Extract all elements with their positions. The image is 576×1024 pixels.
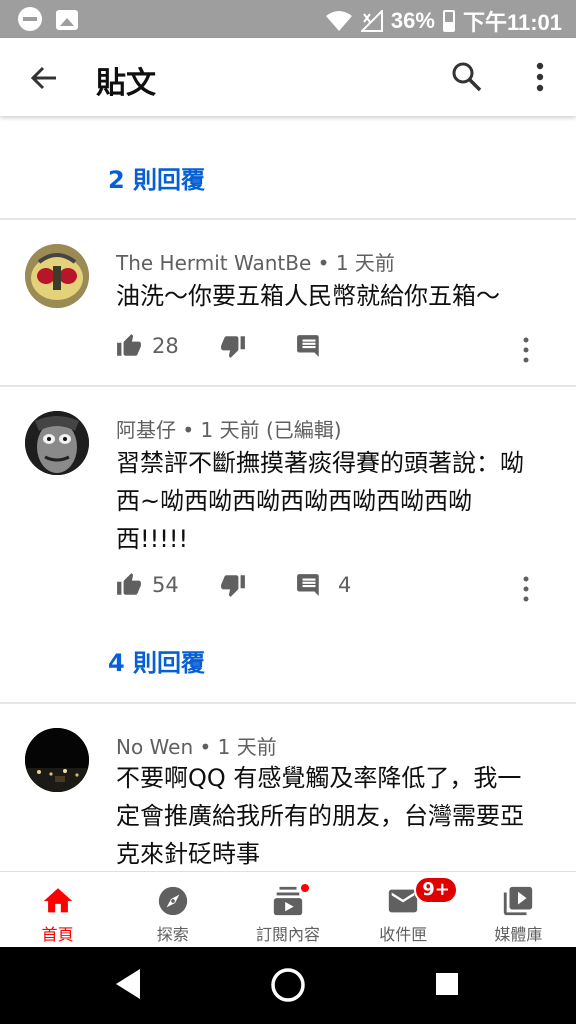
signal-icon bbox=[360, 10, 383, 32]
thumbs-down-icon bbox=[221, 575, 245, 597]
thumbs-up-icon bbox=[117, 334, 141, 356]
like-button[interactable]: 28 bbox=[116, 333, 179, 359]
comment-meta: No Wen • 1 天前 bbox=[116, 735, 277, 759]
nav-label: 收件匣 bbox=[379, 925, 428, 944]
comment-icon bbox=[297, 574, 319, 596]
back-triangle-icon[interactable] bbox=[112, 967, 144, 1001]
comment-more-icon[interactable] bbox=[516, 574, 536, 604]
nav-home[interactable]: 首頁 bbox=[0, 872, 115, 947]
avatar[interactable] bbox=[25, 728, 89, 792]
wifi-icon bbox=[325, 11, 352, 31]
nav-subscriptions[interactable]: 訂閱內容 bbox=[230, 872, 345, 947]
avatar-image-icon bbox=[25, 411, 89, 475]
reply-button[interactable] bbox=[296, 333, 322, 359]
app-bar: 貼文 bbox=[0, 38, 576, 116]
inbox-badge: 9+ bbox=[414, 876, 458, 904]
battery-percent: 36% bbox=[390, 8, 435, 33]
edited-label: (已編輯) bbox=[265, 418, 342, 442]
explore-icon bbox=[158, 886, 187, 916]
comment-time: 1 天前 bbox=[200, 418, 260, 442]
image-icon bbox=[56, 10, 78, 30]
nav-label: 首頁 bbox=[41, 925, 74, 944]
view-replies-link[interactable]: 2 則回覆 bbox=[108, 160, 205, 195]
avatar[interactable] bbox=[25, 244, 89, 308]
comment-author[interactable]: No Wen bbox=[116, 735, 193, 759]
comment-author[interactable]: 阿基仔 bbox=[116, 418, 176, 442]
comment-meta: 阿基仔 • 1 天前 (已編輯) bbox=[116, 418, 342, 442]
avatar[interactable] bbox=[25, 411, 89, 475]
nav-explore[interactable]: 探索 bbox=[115, 872, 230, 947]
clock: 下午11:01 bbox=[462, 10, 562, 35]
comment-text: 油洗～你要五箱人民幣就給你五箱～ bbox=[116, 282, 500, 310]
bottom-nav: 首頁 探索 訂閱內容 9+ 收件匣 媒體庫 bbox=[0, 871, 576, 947]
comment-more-icon[interactable] bbox=[516, 335, 536, 365]
page-title: 貼文 bbox=[96, 66, 156, 101]
avatar-image-icon bbox=[25, 728, 89, 792]
comment-item: No Wen • 1 天前 不要啊QQ 有感覺觸及率降低了，我一定會推廣給我所有… bbox=[0, 703, 576, 871]
reply-button[interactable]: 4 bbox=[296, 572, 351, 598]
comment-actions: 28 bbox=[116, 333, 556, 363]
like-count: 54 bbox=[152, 573, 179, 597]
more-vert-icon[interactable] bbox=[526, 60, 554, 94]
back-arrow-icon[interactable] bbox=[26, 60, 62, 96]
home-circle-icon[interactable] bbox=[270, 967, 306, 1003]
view-replies-link[interactable]: 4 則回覆 bbox=[108, 643, 205, 678]
comment-icon bbox=[297, 335, 319, 357]
comment-author[interactable]: The Hermit WantBe bbox=[116, 251, 311, 275]
battery-icon bbox=[442, 10, 455, 32]
dislike-button[interactable] bbox=[220, 572, 246, 598]
avatar-image-icon bbox=[25, 244, 89, 308]
dislike-button[interactable] bbox=[220, 333, 246, 359]
nav-inbox[interactable]: 9+ 收件匣 bbox=[346, 872, 461, 947]
thumbs-up-icon bbox=[117, 573, 141, 595]
comment-item: 阿基仔 • 1 天前 (已編輯) 習禁評不斷撫摸著痰得賽的頭著說：呦西~呦西呦西… bbox=[0, 386, 576, 702]
dnd-icon bbox=[18, 7, 42, 31]
status-bar: 36% 下午11:01 bbox=[0, 0, 576, 38]
nav-label: 媒體庫 bbox=[494, 925, 543, 944]
comment-thread: 2 則回覆 The Hermit WantBe • 1 天前 油洗～你要五箱人民… bbox=[0, 116, 576, 871]
comment-meta: The Hermit WantBe • 1 天前 bbox=[116, 251, 395, 275]
comment-text: 習禁評不斷撫摸著痰得賽的頭著說：呦西~呦西呦西呦西呦西呦西呦西呦西!!!!! bbox=[116, 449, 524, 553]
new-content-dot bbox=[299, 882, 311, 894]
comment-time: 1 天前 bbox=[335, 251, 395, 275]
like-count: 28 bbox=[152, 334, 179, 358]
nav-label: 訂閱內容 bbox=[256, 925, 321, 944]
comment-item: The Hermit WantBe • 1 天前 油洗～你要五箱人民幣就給你五箱… bbox=[0, 219, 576, 385]
nav-library[interactable]: 媒體庫 bbox=[461, 872, 576, 947]
search-icon[interactable] bbox=[450, 60, 484, 94]
reply-count: 4 bbox=[338, 573, 352, 597]
like-button[interactable]: 54 bbox=[116, 572, 179, 598]
library-icon bbox=[504, 886, 533, 916]
recents-square-icon[interactable] bbox=[434, 971, 460, 997]
nav-label: 探索 bbox=[156, 925, 189, 944]
system-nav-bar bbox=[0, 947, 576, 1024]
comment-actions: 54 4 bbox=[116, 572, 556, 602]
comment-text: 不要啊QQ 有感覺觸及率降低了，我一定會推廣給我所有的朋友，台灣需要亞克來針砭時… bbox=[116, 764, 524, 868]
comment-time: 1 天前 bbox=[217, 735, 277, 759]
thumbs-down-icon bbox=[221, 336, 245, 358]
home-icon bbox=[43, 888, 72, 913]
